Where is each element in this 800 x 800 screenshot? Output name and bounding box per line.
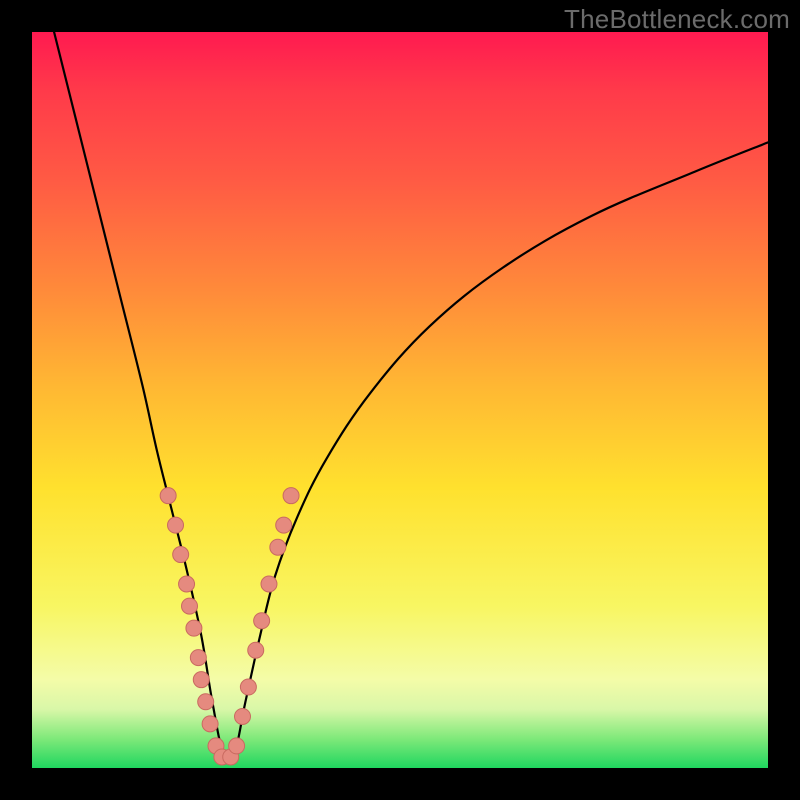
curve-marker — [202, 716, 218, 732]
curve-marker — [198, 694, 214, 710]
chart-frame: TheBottleneck.com — [0, 0, 800, 800]
watermark-text: TheBottleneck.com — [564, 4, 790, 35]
curve-marker — [254, 613, 270, 629]
curve-marker — [248, 642, 264, 658]
curve-marker — [168, 517, 184, 533]
curve-marker — [261, 576, 277, 592]
curve-marker — [193, 672, 209, 688]
curve-marker — [283, 488, 299, 504]
marker-group — [160, 488, 299, 765]
curve-marker — [173, 547, 189, 563]
curve-marker — [182, 598, 198, 614]
curve-marker — [235, 708, 251, 724]
bottleneck-curve — [54, 32, 768, 760]
curve-marker — [276, 517, 292, 533]
curve-marker — [229, 738, 245, 754]
curve-layer — [32, 32, 768, 768]
curve-marker — [179, 576, 195, 592]
curve-marker — [160, 488, 176, 504]
curve-marker — [186, 620, 202, 636]
plot-area — [32, 32, 768, 768]
curve-marker — [270, 539, 286, 555]
curve-marker — [240, 679, 256, 695]
curve-marker — [190, 650, 206, 666]
